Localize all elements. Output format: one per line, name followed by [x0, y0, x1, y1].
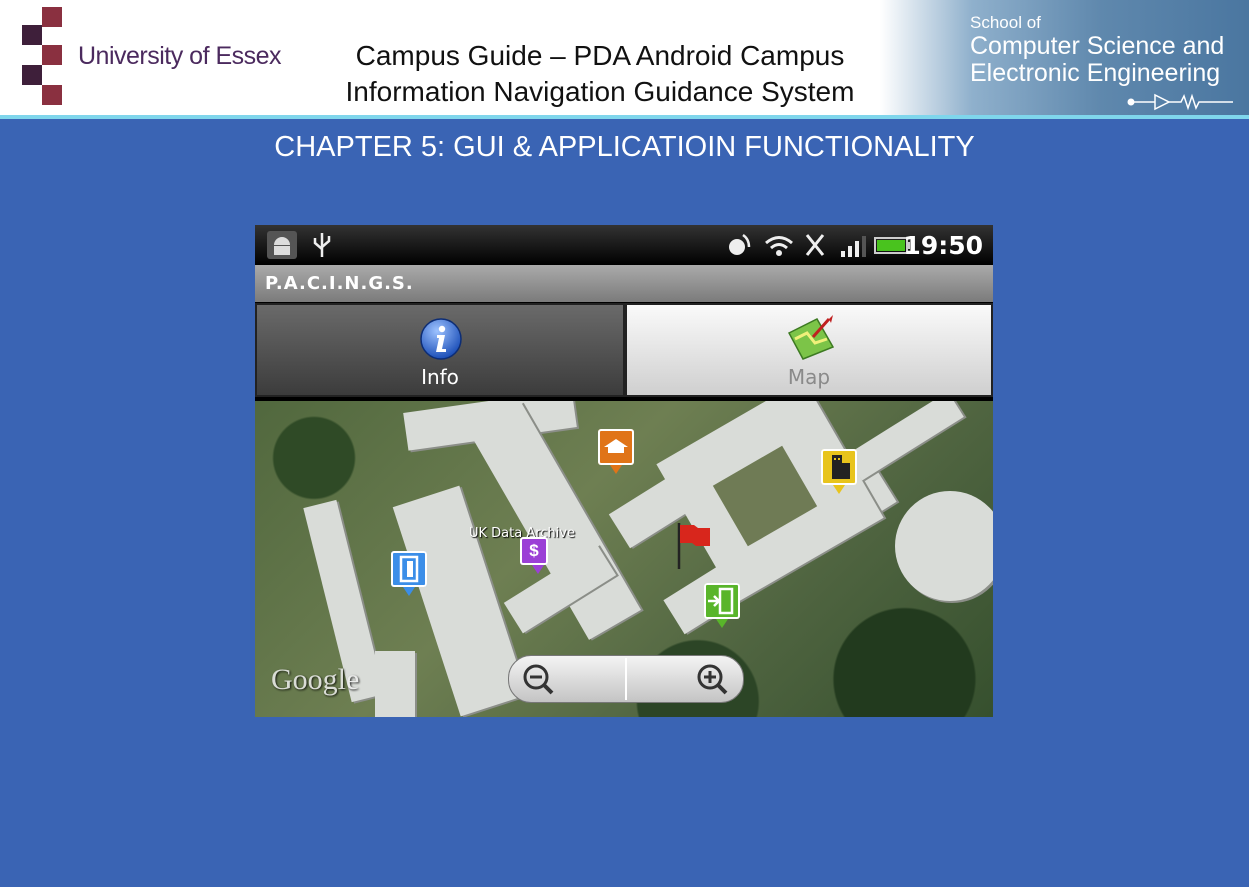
google-attribution: Google [271, 663, 360, 696]
info-icon [420, 318, 462, 360]
signal-icon [839, 231, 867, 265]
satellite-map[interactable]: UK Data Archive $ Google [255, 401, 993, 717]
no-sim-icon [803, 231, 827, 265]
android-screenshot: 19:50 P.A.C.I.N.G.S. Info Map UK Data Ar… [255, 225, 993, 717]
status-bar: 19:50 [255, 225, 993, 265]
graduation-marker[interactable] [598, 429, 634, 474]
app-title-bar: P.A.C.I.N.G.S. [255, 265, 993, 302]
tab-info-label: Info [421, 365, 459, 389]
school-of-label: School of [970, 13, 1041, 32]
school-name: Computer Science and Electronic Engineer… [970, 32, 1225, 87]
entrance-marker[interactable] [704, 583, 740, 628]
android-icon [267, 231, 297, 265]
slide-heading: CHAPTER 5: GUI & APPLICATIOIN FUNCTIONAL… [274, 131, 975, 163]
zoom-out-button[interactable] [521, 662, 555, 696]
money-marker[interactable]: $ [520, 537, 548, 574]
tab-map[interactable]: Map [625, 303, 993, 397]
door-marker[interactable] [391, 551, 427, 596]
presentation-title: Campus Guide – PDA Android Campus Inform… [345, 40, 855, 107]
usb-icon [311, 231, 333, 265]
tab-info[interactable]: Info [255, 303, 625, 397]
header-divider [0, 115, 1249, 119]
gps-icon [725, 231, 753, 265]
wifi-icon [763, 231, 795, 265]
university-name: University of Essex [78, 42, 282, 70]
map-icon [787, 315, 835, 360]
zoom-control [508, 655, 744, 703]
building-marker[interactable] [821, 449, 857, 494]
zoom-in-button[interactable] [695, 662, 729, 696]
circuit-icon [1127, 93, 1233, 111]
slide-header: University of Essex Campus Guide – PDA A… [0, 0, 1249, 117]
flag-marker[interactable] [675, 521, 715, 571]
status-clock: 19:50 [903, 231, 983, 260]
tab-map-label: Map [787, 365, 831, 389]
app-title: P.A.C.I.N.G.S. [265, 273, 414, 294]
essex-logo [22, 7, 62, 105]
